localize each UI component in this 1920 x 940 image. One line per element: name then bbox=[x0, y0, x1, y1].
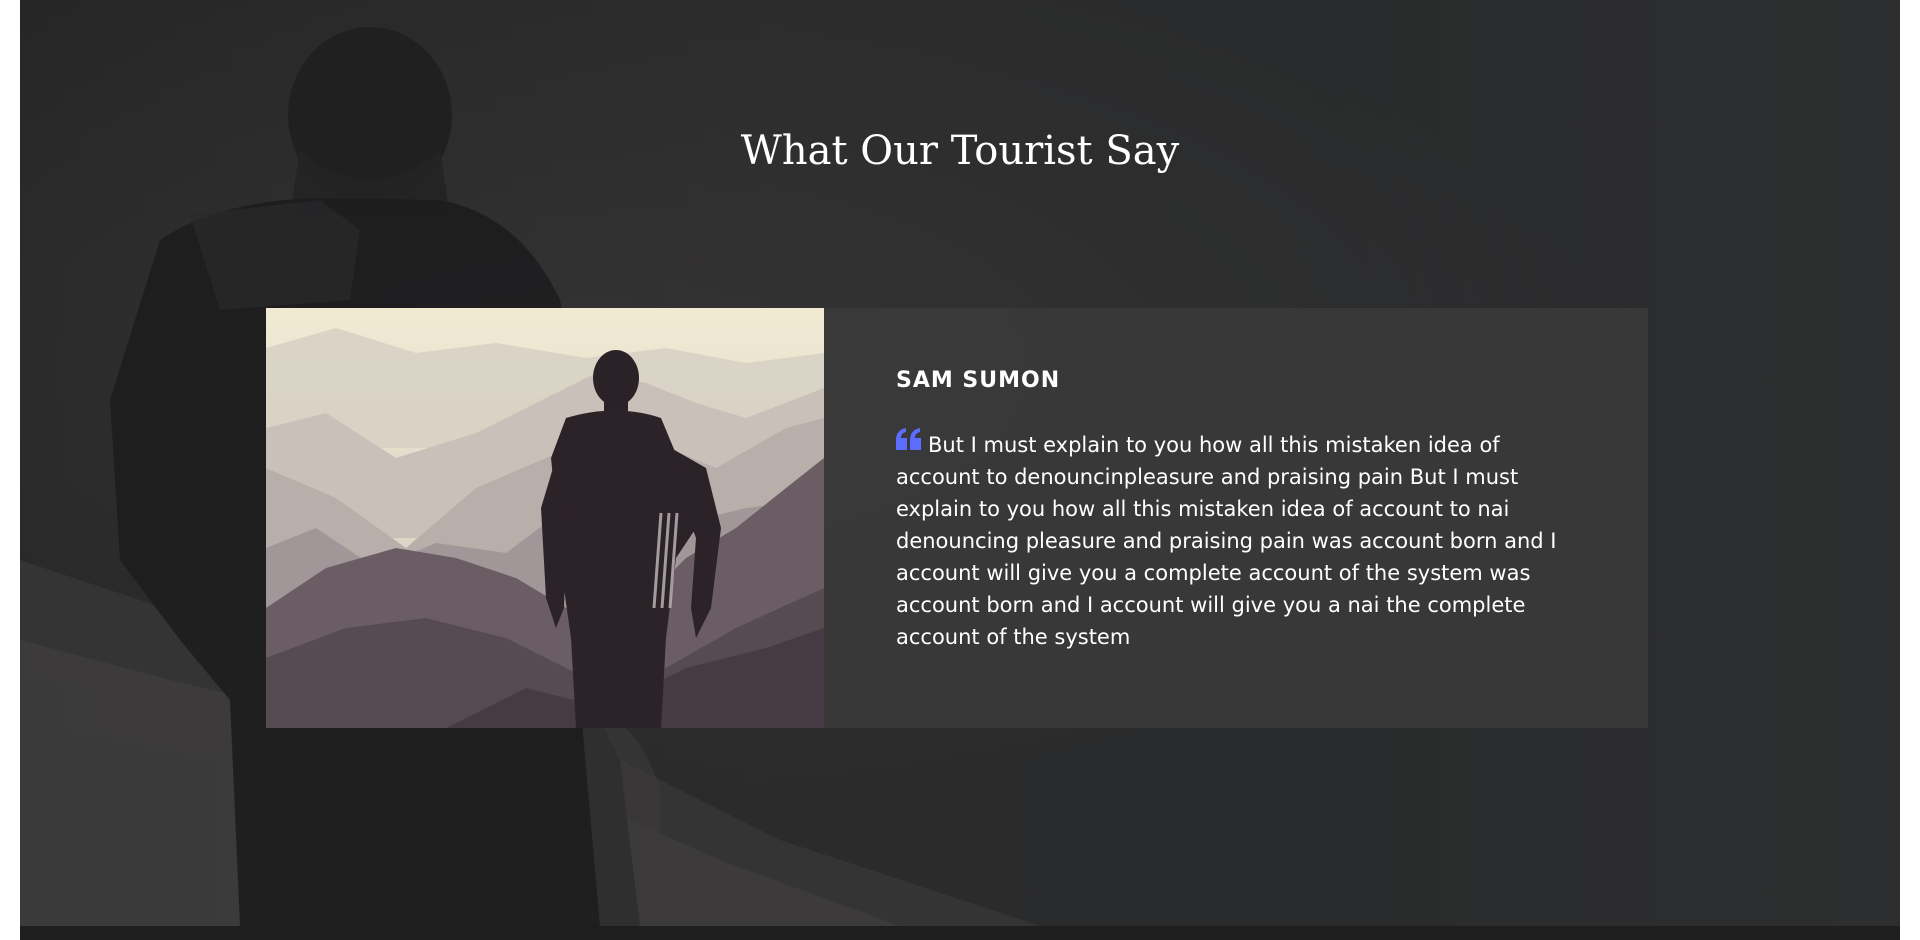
page-frame: What Our Tourist Say SAM SUMON But I mus… bbox=[0, 0, 1920, 940]
section-heading: What Our Tourist Say bbox=[740, 128, 1180, 174]
testimonial-author-name: SAM SUMON bbox=[896, 368, 1061, 393]
testimonial-card: SAM SUMON But I must explain to you how … bbox=[266, 308, 1648, 728]
photo-illustration bbox=[266, 308, 824, 728]
hiker-on-mountain-photo bbox=[266, 308, 824, 728]
testimonial-quote-text: But I must explain to you how all this m… bbox=[896, 433, 1557, 649]
quote-left-icon bbox=[896, 427, 922, 450]
section-bottom-edge bbox=[20, 926, 1900, 940]
testimonial-body: SAM SUMON But I must explain to you how … bbox=[896, 368, 1576, 653]
testimonials-section: What Our Tourist Say SAM SUMON But I mus… bbox=[20, 0, 1900, 926]
testimonial-quote: But I must explain to you how all this m… bbox=[896, 427, 1576, 653]
